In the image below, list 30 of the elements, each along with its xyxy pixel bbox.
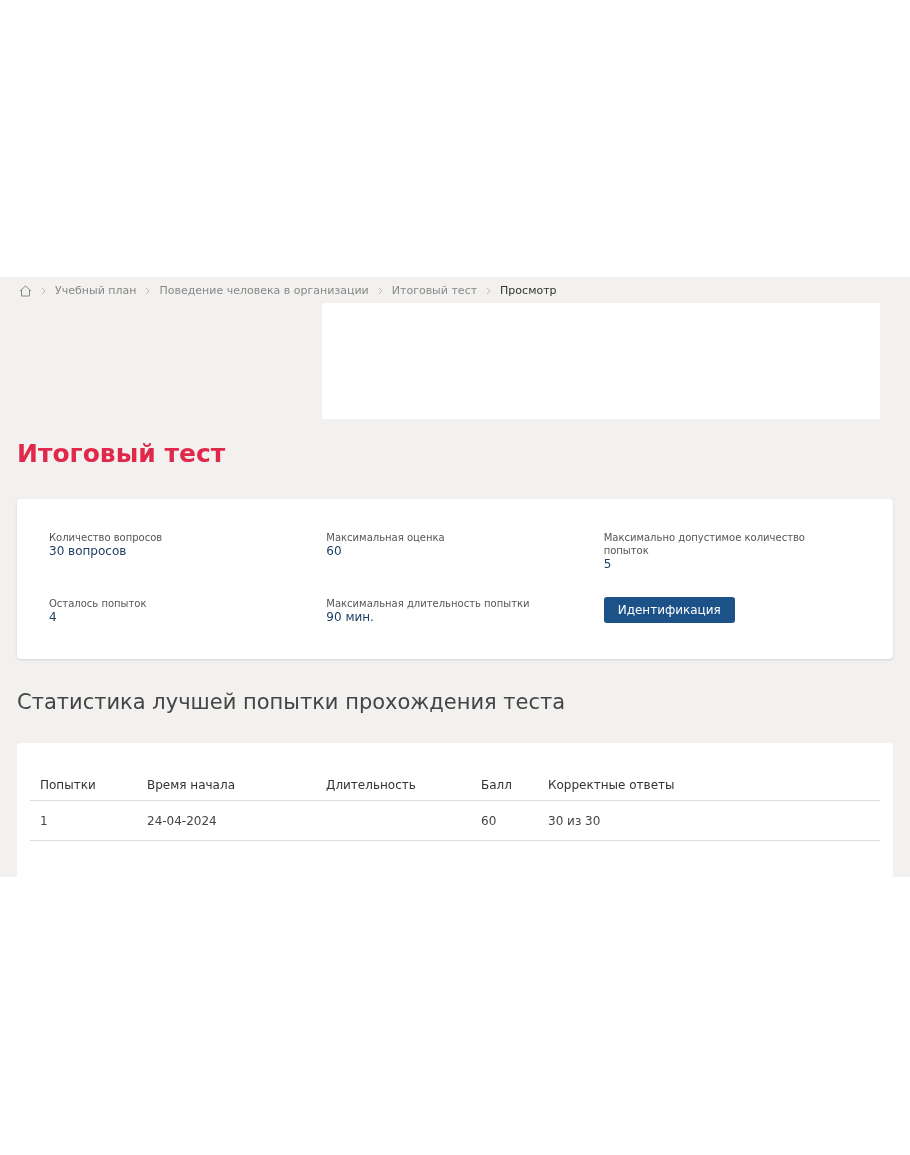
info-label: Количество вопросов	[49, 531, 164, 544]
chevron-icon	[41, 287, 46, 295]
breadcrumb-link[interactable]: Учебный план	[55, 282, 137, 300]
table-cell: 24-04-2024	[147, 813, 217, 828]
chevron-icon	[377, 287, 383, 295]
column-header: Время начала	[147, 776, 236, 794]
table-cell: 1	[40, 813, 48, 828]
info-value: 30 вопросов	[49, 544, 128, 558]
info-label: Максимальная оценка	[326, 531, 446, 544]
info-value: 60	[326, 544, 343, 558]
chevron-icon	[486, 287, 492, 295]
info-label: Осталось попыток	[49, 597, 148, 610]
info-value: 4	[49, 610, 58, 624]
home-icon[interactable]	[19, 285, 32, 297]
table-cell: 30 из 30	[548, 813, 601, 828]
breadcrumb-link[interactable]: Итоговый тест	[391, 282, 478, 300]
breadcrumb-link[interactable]: Поведение человека в организации	[159, 282, 369, 300]
column-header: Попытки	[40, 776, 97, 794]
column-header: Балл	[481, 776, 513, 794]
info-value: 5	[603, 557, 613, 571]
column-header: Длительность	[326, 776, 417, 794]
identification-button[interactable]: Идентификация	[603, 597, 735, 623]
page-title: Итоговый тест	[17, 439, 227, 469]
info-label: Максимальная длительность попытки	[326, 597, 531, 610]
chevron-icon	[145, 287, 151, 295]
section-heading: Статистика лучшей попытки прохождения теста	[17, 689, 567, 716]
column-header: Корректные ответы	[548, 776, 676, 794]
table-cell: 60	[481, 813, 497, 828]
info-value: 90 мин.	[326, 610, 375, 624]
info-label: Максимально допустимое количество попыток	[603, 531, 806, 557]
